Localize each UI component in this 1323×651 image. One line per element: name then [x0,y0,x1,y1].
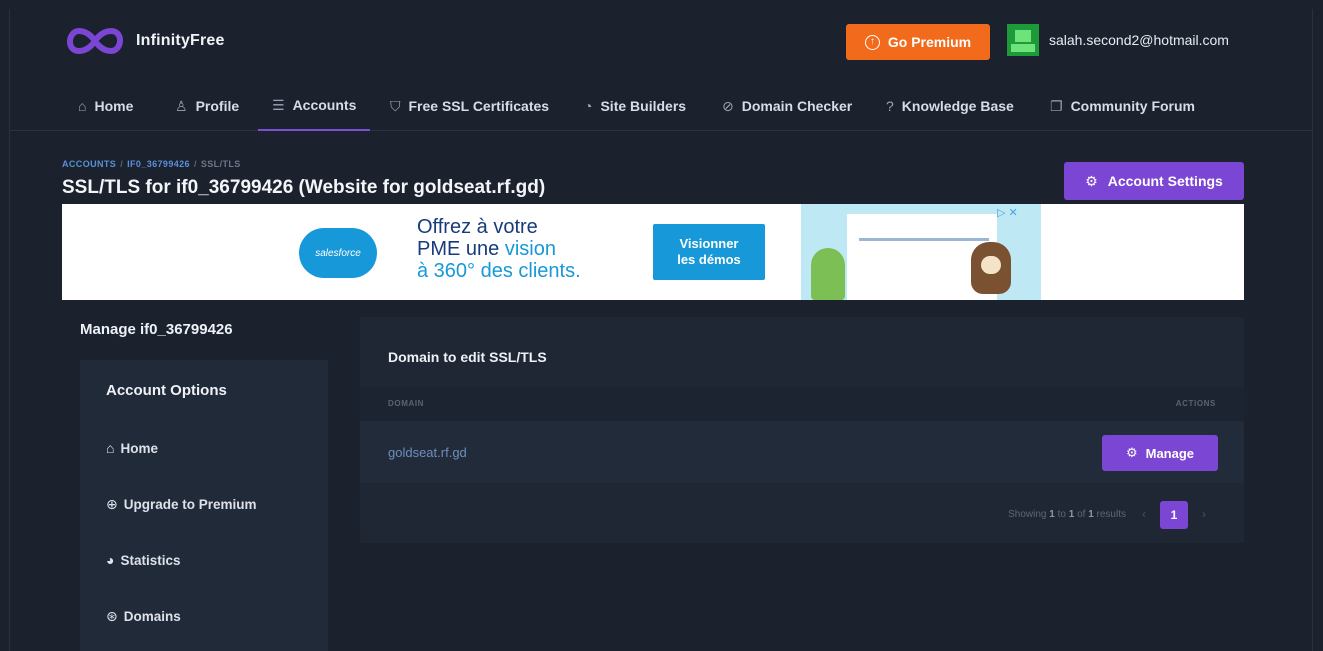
palette-icon: ◔ [584,98,593,114]
main-nav: ⌂ Home ♙ Profile ☰ Accounts ⛉ Free SSL C… [10,81,1312,131]
account-settings-button[interactable]: ⚙ Account Settings [1064,162,1244,200]
manage-button[interactable]: ⚙ Manage [1102,435,1218,471]
ad-headline: Offrez à votre PME une vision à 360° des… [417,216,581,282]
nav-item-profile[interactable]: ♙ Profile [175,81,239,131]
arrow-up-circle-icon: ⊕ [106,496,118,512]
nav-item-label: Free SSL Certificates [408,98,550,114]
go-premium-button[interactable]: ↑ Go Premium [846,24,990,60]
ad-banner[interactable]: salesforce Offrez à votre PME une vision… [62,204,1244,300]
nav-item-home[interactable]: ⌂ Home [78,81,133,131]
user-icon: ♙ [175,97,188,114]
sidebar-item-label: Statistics [120,552,181,568]
salesforce-logo: salesforce [299,228,377,278]
ad-line-1: Offrez à votre [417,216,538,238]
ad-line-2: PME une vision [417,238,581,260]
page-title: SSL/TLS for if0_36799426 (Website for go… [62,177,546,198]
nav-item-free-ssl[interactable]: ⛉ Free SSL Certificates [390,81,549,131]
user-menu[interactable]: salah.second2@hotmail.com [1007,24,1229,56]
sidebar-item-domains[interactable]: ⊛ Domains [106,608,181,625]
ad-line-2b: vision [504,238,556,260]
nav-item-site-builders[interactable]: ◔ Site Builders [584,81,686,131]
breadcrumb-separator: / [193,159,197,169]
sidebar-item-label: Domains [123,609,181,624]
tree-illustration [811,248,845,300]
globe-icon: ⊛ [106,608,118,624]
page-1-button[interactable]: 1 [1160,501,1188,529]
sidebar-item-label: Upgrade to Premium [123,497,257,512]
manage-label: Manage [1145,445,1195,461]
nav-item-label: Profile [195,98,240,114]
ad-cta-line-1: Visionner [679,236,739,251]
brand-logo[interactable]: InfinityFree [62,25,225,57]
nav-item-label: Community Forum [1070,98,1196,114]
sidebar-item-label: Home [120,440,158,456]
results-prefix: Showing [1008,509,1050,520]
arrow-up-circle-icon: ↑ [864,34,880,50]
column-header-actions: ACTIONS [1175,399,1216,408]
brand-name: InfinityFree [136,32,225,49]
ad-illustration: ▷ ✕ [801,204,1041,300]
domain-link[interactable]: goldseat.rf.gd [388,445,467,460]
ad-close-icon[interactable]: ▷ ✕ [997,206,1018,219]
ad-cta-line-2: les démos [677,252,741,267]
next-page-button[interactable]: › [1202,507,1206,521]
results-mid-2: of [1074,509,1089,520]
check-circle-icon: ⊘ [722,97,734,114]
sidebar-item-upgrade-to-premium[interactable]: ⊕ Upgrade to Premium [106,496,257,513]
nav-item-label: Home [94,98,134,114]
sidebar-item-home[interactable]: ⌂ Home [106,440,158,456]
results-suffix: results [1093,509,1126,520]
shield-icon: ⛉ [390,97,401,114]
user-email: salah.second2@hotmail.com [1049,32,1229,48]
chart-pie-icon: ◕ [106,552,115,568]
domain-ssl-panel: Domain to edit SSL/TLS DOMAIN ACTIONS go… [360,317,1244,543]
breadcrumb-account[interactable]: IF0_36799426 [127,159,190,169]
ad-creative[interactable]: salesforce Offrez à votre PME une vision… [265,204,1041,300]
nav-item-label: Site Builders [600,98,687,114]
sidebar-item-statistics[interactable]: ◕ Statistics [106,552,181,568]
table-header: DOMAIN ACTIONS [360,387,1244,421]
top-bar: InfinityFree ↑ Go Premium salah.second2@… [10,9,1312,79]
manage-account-title: Manage if0_36799426 [80,321,233,338]
go-premium-label: Go Premium [887,34,972,50]
column-header-domain: DOMAIN [388,399,425,408]
results-mid-1: to [1054,509,1069,520]
results-summary: Showing 1 to 1 of 1 results [1008,509,1126,520]
breadcrumb-separator: / [120,159,124,169]
nav-item-domain-checker[interactable]: ⊘ Domain Checker [722,81,852,131]
infinity-logo-icon [67,27,123,55]
mascot-illustration [971,242,1011,294]
breadcrumb-accounts[interactable]: ACCOUNTS [62,159,116,169]
chat-icon: ❐ [1050,97,1063,114]
table-row: goldseat.rf.gd ⚙ Manage [360,421,1244,483]
gear-icon: ⚙ [1085,172,1098,189]
ad-line-2a: PME une [417,238,505,260]
server-icon: ☰ [272,96,285,113]
nav-item-label: Accounts [292,97,357,113]
question-circle-icon: ? [886,98,894,114]
nav-item-label: Knowledge Base [901,98,1014,114]
nav-item-community-forum[interactable]: ❐ Community Forum [1050,81,1195,131]
gear-icon: ⚙ [1125,445,1138,460]
account-options-sidebar: Account Options ⌂ Home ⊕ Upgrade to Prem… [80,360,328,651]
account-settings-label: Account Settings [1107,173,1223,189]
account-options-heading: Account Options [106,382,227,399]
previous-page-button[interactable]: ‹ [1142,507,1146,521]
browser-viewport: InfinityFree ↑ Go Premium salah.second2@… [9,9,1313,651]
nav-item-knowledge-base[interactable]: ? Knowledge Base [886,81,1014,131]
dashboard-bar [859,238,989,241]
ad-cta-button[interactable]: Visionner les démos [653,224,765,280]
panel-title: Domain to edit SSL/TLS [388,349,547,365]
nav-item-accounts[interactable]: ☰ Accounts [258,81,371,131]
breadcrumb-current: SSL/TLS [200,159,241,169]
home-icon: ⌂ [78,98,87,114]
pagination: Showing 1 to 1 of 1 results ‹ 1 › [360,501,1244,531]
salesforce-logo-text: salesforce [315,247,361,259]
nav-item-label: Domain Checker [741,98,853,114]
home-icon: ⌂ [106,440,115,456]
ad-line-3: à 360° des clients. [417,260,581,282]
breadcrumb: ACCOUNTS / IF0_36799426/SSL/TLS [62,159,241,169]
avatar [1007,24,1039,56]
